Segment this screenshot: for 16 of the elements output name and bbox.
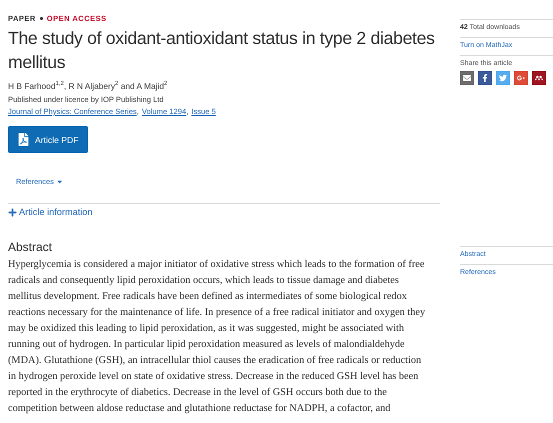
- google-plus-icon: [517, 74, 525, 82]
- article-pdf-button[interactable]: Article PDF: [8, 126, 88, 153]
- abstract-heading: Abstract: [8, 240, 54, 254]
- facebook-icon: [481, 74, 489, 82]
- author-list: H B Farhood$^{1,2}$, R N Aljabery$^{2}$ and A Majid$^{2}$: [8, 81, 440, 91]
- plus-icon: [8, 208, 17, 216]
- share-button[interactable]: [532, 71, 546, 85]
- pdf-icon: [17, 133, 30, 146]
- mail-icon: [463, 74, 471, 82]
- share-button[interactable]: [514, 71, 528, 85]
- abstract-text: Hyperglycemia is considered a major initiator of oxidative stress which leads to the formation of free radicals and consequently lipid peroxidation occurs, which leads to tissue damage and diabetes mellitus development. Free radicals have been defined as intermediates of some biological redox reactions necessary for the maintenance of life. In presence of a free radical initiator and oxygen they may be oxidized this leading to lipid peroxidation, as it was suggested, might be associated with running out of hydrogen. In particular lipid peroxidation measured as levels of malondialdehyde (MDA). Glutathione (GSH), an intracellular thiol causes the eradication of free radicals or reduction in hydrogen peroxide level on state of oxidative stress. Decrease in the reduced GSH level has been reported in the erythrocyte of diabetics. Decrease in the level of GSH occurs both due to the competition between aldose reductase and glutathione reductase for NADPH, a cofactor, and: [8, 258, 426, 416]
- article-information-toggle[interactable]: Article information: [8, 207, 93, 217]
- share-button[interactable]: [478, 71, 492, 85]
- article-title: The study of oxidant-antioxidant status in type 2 diabetes mellitus: [8, 27, 436, 74]
- twitter-icon: [499, 74, 507, 82]
- share-button[interactable]: [460, 71, 474, 85]
